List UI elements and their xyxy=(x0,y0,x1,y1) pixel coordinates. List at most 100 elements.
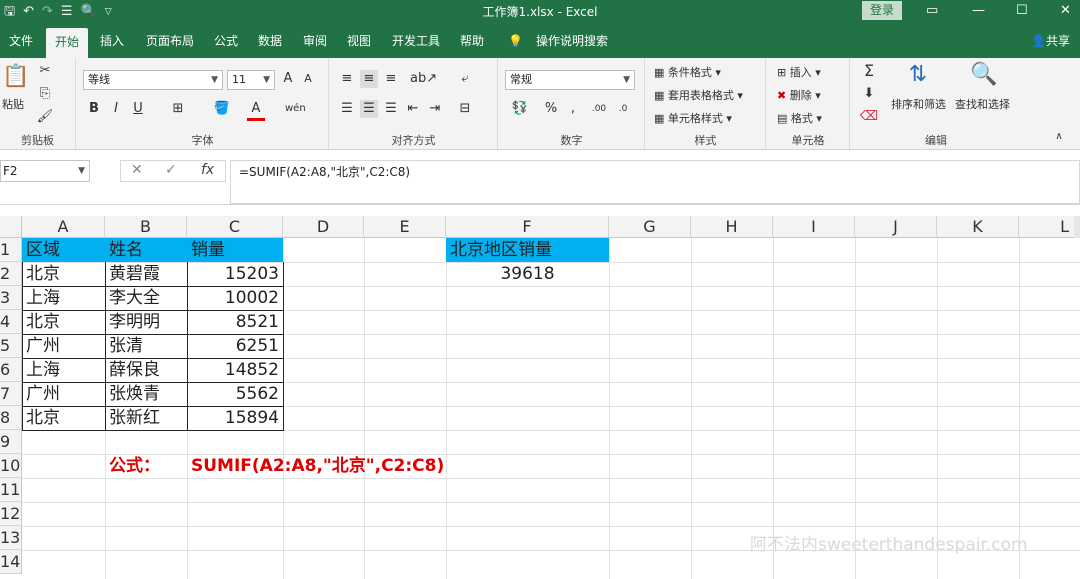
cancel-icon[interactable]: ✕ xyxy=(131,162,143,178)
close-icon[interactable]: ✕ xyxy=(1060,2,1071,20)
cell-f1[interactable]: 北京地区销量 xyxy=(446,239,609,262)
cell-b10[interactable]: 公式： xyxy=(105,455,187,478)
orientation-icon[interactable]: ab↗ xyxy=(410,70,437,88)
column-header-i[interactable]: I xyxy=(773,216,855,238)
tab-view[interactable]: 视图 xyxy=(339,24,379,58)
ribbon-display-icon[interactable]: ▭ xyxy=(926,2,938,20)
cell-f2[interactable]: 39618 xyxy=(446,263,609,286)
share-button[interactable]: 👤共享 xyxy=(1031,24,1070,58)
sort-filter-icon[interactable]: ⇅ xyxy=(903,62,933,87)
fill-color-icon[interactable]: 🪣 xyxy=(213,100,231,118)
cell-c10[interactable]: SUMIF(A2:A8,"北京",C2:C8) xyxy=(187,455,447,478)
column-header-b[interactable]: B xyxy=(105,216,187,238)
column-header-k[interactable]: K xyxy=(937,216,1019,238)
row-header-13[interactable]: 13 xyxy=(0,526,22,550)
wrap-text-icon[interactable]: ⤶ xyxy=(454,70,476,88)
bold-button[interactable]: B xyxy=(85,100,103,118)
delete-cells-button[interactable]: ✖ 删除 ▾ xyxy=(777,87,821,103)
align-bottom-icon[interactable]: ≡ xyxy=(382,70,400,88)
cell-c4[interactable]: 8521 xyxy=(187,311,283,334)
copy-icon[interactable]: ⎘ xyxy=(36,85,54,103)
cell-a7[interactable]: 广州 xyxy=(22,383,105,406)
tab-review[interactable]: 审阅 xyxy=(295,24,335,58)
number-format-select[interactable]: 常规 ▼ xyxy=(505,70,635,90)
paste-icon[interactable]: 📋 xyxy=(2,64,30,89)
tab-file[interactable]: 文件 xyxy=(0,24,42,58)
row-header-5[interactable]: 5 xyxy=(0,334,22,358)
sort-filter-button[interactable]: 排序和筛选 xyxy=(891,96,946,112)
find-select-icon[interactable]: 🔍 xyxy=(969,62,999,87)
increase-indent-icon[interactable]: ⇥ xyxy=(426,100,444,118)
grow-font-button[interactable]: A xyxy=(279,70,297,88)
cell-styles-button[interactable]: ▦ 单元格样式 ▾ xyxy=(654,110,732,126)
cell-b7[interactable]: 张焕青 xyxy=(105,383,187,406)
paste-button[interactable]: 粘贴 xyxy=(2,96,24,112)
align-center-icon[interactable]: ☰ xyxy=(360,100,378,118)
maximize-icon[interactable]: ☐ xyxy=(1016,2,1028,20)
merge-center-icon[interactable]: ⊟ xyxy=(454,100,476,118)
collapse-ribbon-icon[interactable]: ∧ xyxy=(1050,128,1068,146)
currency-icon[interactable]: 💱 xyxy=(509,100,531,118)
font-size-select[interactable]: 11 ▼ xyxy=(227,70,275,90)
cell-a3[interactable]: 上海 xyxy=(22,287,105,310)
fill-icon[interactable]: ⬇ xyxy=(859,85,879,103)
align-left-icon[interactable]: ☰ xyxy=(338,100,356,118)
cell-b8[interactable]: 张新红 xyxy=(105,407,187,430)
enter-icon[interactable]: ✓ xyxy=(165,162,177,178)
insert-cells-button[interactable]: ⊞ 插入 ▾ xyxy=(777,64,821,80)
row-header-7[interactable]: 7 xyxy=(0,382,22,406)
cell-b2[interactable]: 黄碧霞 xyxy=(105,263,187,286)
tab-page-layout[interactable]: 页面布局 xyxy=(138,24,202,58)
tab-home[interactable]: 开始 xyxy=(46,28,88,58)
cell-b5[interactable]: 张清 xyxy=(105,335,187,358)
align-top-icon[interactable]: ≡ xyxy=(338,70,356,88)
row-header-3[interactable]: 3 xyxy=(0,286,22,310)
cell-a6[interactable]: 上海 xyxy=(22,359,105,382)
worksheet-grid[interactable]: A B C D E F G H I J K L 1 2 3 4 5 6 7 8 … xyxy=(0,205,1080,579)
border-icon[interactable]: ⊞ xyxy=(169,100,187,118)
column-header-j[interactable]: J xyxy=(855,216,937,238)
format-cells-button[interactable]: ▤ 格式 ▾ xyxy=(777,110,822,126)
align-right-icon[interactable]: ☰ xyxy=(382,100,400,118)
increase-decimal-icon[interactable]: .00 xyxy=(589,100,609,118)
row-header-14[interactable]: 14 xyxy=(0,550,22,574)
phonetic-icon[interactable]: wén xyxy=(285,100,306,118)
italic-button[interactable]: I xyxy=(107,100,125,118)
tab-help[interactable]: 帮助 xyxy=(452,24,492,58)
cell-c5[interactable]: 6251 xyxy=(187,335,283,358)
cell-a8[interactable]: 北京 xyxy=(22,407,105,430)
tell-me-search[interactable]: 操作说明搜索 xyxy=(530,24,614,58)
row-header-6[interactable]: 6 xyxy=(0,358,22,382)
cell-c7[interactable]: 5562 xyxy=(187,383,283,406)
row-header-2[interactable]: 2 xyxy=(0,262,22,286)
autosum-button[interactable]: Σ xyxy=(859,62,879,80)
cell-b3[interactable]: 李大全 xyxy=(105,287,187,310)
column-header-l[interactable]: L xyxy=(1019,216,1080,238)
clear-icon[interactable]: ⌫ xyxy=(859,108,879,126)
tab-formulas[interactable]: 公式 xyxy=(206,24,246,58)
cell-c8[interactable]: 15894 xyxy=(187,407,283,430)
font-color-button[interactable]: A xyxy=(247,100,265,121)
minimize-icon[interactable]: — xyxy=(972,2,985,20)
align-middle-icon[interactable]: ≡ xyxy=(360,70,378,88)
shrink-font-button[interactable]: A xyxy=(299,70,317,88)
vertical-scrollbar[interactable] xyxy=(1074,216,1080,238)
decrease-decimal-icon[interactable]: .0 xyxy=(613,100,633,118)
tab-insert[interactable]: 插入 xyxy=(92,24,132,58)
cell-c3[interactable]: 10002 xyxy=(187,287,283,310)
conditional-format-button[interactable]: ▦ 条件格式 ▾ xyxy=(654,64,721,80)
insert-function-icon[interactable]: fx xyxy=(201,162,214,178)
row-header-9[interactable]: 9 xyxy=(0,430,22,454)
cell-a1[interactable]: 区域 xyxy=(22,239,105,262)
percent-button[interactable]: % xyxy=(543,100,559,118)
column-header-f[interactable]: F xyxy=(446,216,609,238)
row-header-1[interactable]: 1 xyxy=(0,238,22,262)
select-all-button[interactable] xyxy=(0,216,22,238)
name-box[interactable]: F2 ▼ xyxy=(0,160,90,182)
column-header-h[interactable]: H xyxy=(691,216,773,238)
format-as-table-button[interactable]: ▦ 套用表格格式 ▾ xyxy=(654,87,743,103)
row-header-10[interactable]: 10 xyxy=(0,454,22,478)
comma-button[interactable]: , xyxy=(567,100,579,118)
tab-data[interactable]: 数据 xyxy=(250,24,290,58)
cell-a2[interactable]: 北京 xyxy=(22,263,105,286)
